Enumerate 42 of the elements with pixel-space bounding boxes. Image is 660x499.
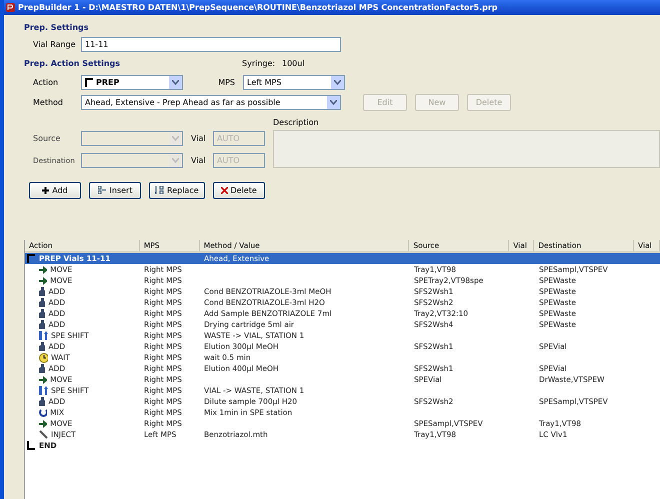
syringe-icon	[39, 430, 48, 439]
app-icon	[6, 3, 15, 12]
section-heading: Prep. Action Settings	[24, 58, 122, 68]
shift-arrows-icon	[39, 386, 48, 395]
action-button[interactable]: Replace	[149, 182, 205, 198]
syringe-label: Syringe:	[242, 58, 274, 68]
plus-icon	[42, 186, 50, 194]
syringe-value: 100ul	[282, 58, 306, 68]
field-label: Vial	[191, 156, 205, 164]
description-label: Description	[273, 118, 320, 127]
field-label: Action	[33, 78, 60, 86]
field-label: Vial	[191, 134, 205, 142]
close-icon	[220, 186, 228, 194]
mps-dropdown[interactable]: Left MPS	[243, 74, 345, 90]
field-label: Vial Range	[33, 40, 73, 48]
bracket-icon	[85, 78, 94, 86]
method-value: Ahead, Extensive - Prep Ahead as far as possible	[85, 98, 280, 106]
vial-range-field[interactable]: 11-11	[81, 36, 341, 52]
action-button[interactable]: Add	[29, 182, 81, 198]
action-button[interactable]: Delete	[212, 182, 265, 198]
action-value: PREP	[96, 78, 120, 86]
method-dropdown[interactable]: Ahead, Extensive - Prep Ahead as far as possible	[81, 94, 341, 110]
field-label: Source	[33, 134, 62, 142]
section-heading: Prep. Settings	[24, 23, 90, 32]
insert-icon	[98, 186, 107, 194]
arrow-icon	[39, 376, 48, 384]
action-dropdown[interactable]: PREP	[81, 74, 183, 90]
bracket-icon	[27, 254, 36, 263]
bracket-icon	[27, 441, 36, 450]
description-field[interactable]	[273, 130, 660, 168]
title-text: PrepBuilder 1 - D:\MAESTRO DATEN\1\PrepSequence\ROUTINE\Benzotriazol MPS ConcentrationFactor5.prp	[18, 3, 498, 12]
replace-icon	[155, 186, 164, 194]
field-label: Method	[33, 98, 64, 106]
clock-icon	[39, 352, 48, 362]
shift-arrows-icon	[39, 331, 48, 340]
bottle-icon	[39, 342, 46, 351]
mps-value: Left MPS	[247, 78, 282, 86]
arrow-icon	[39, 420, 48, 428]
field-label: MPS	[217, 78, 235, 86]
bottle-icon	[39, 397, 46, 406]
bottle-icon	[39, 364, 46, 373]
action-button[interactable]: Insert	[89, 182, 141, 198]
